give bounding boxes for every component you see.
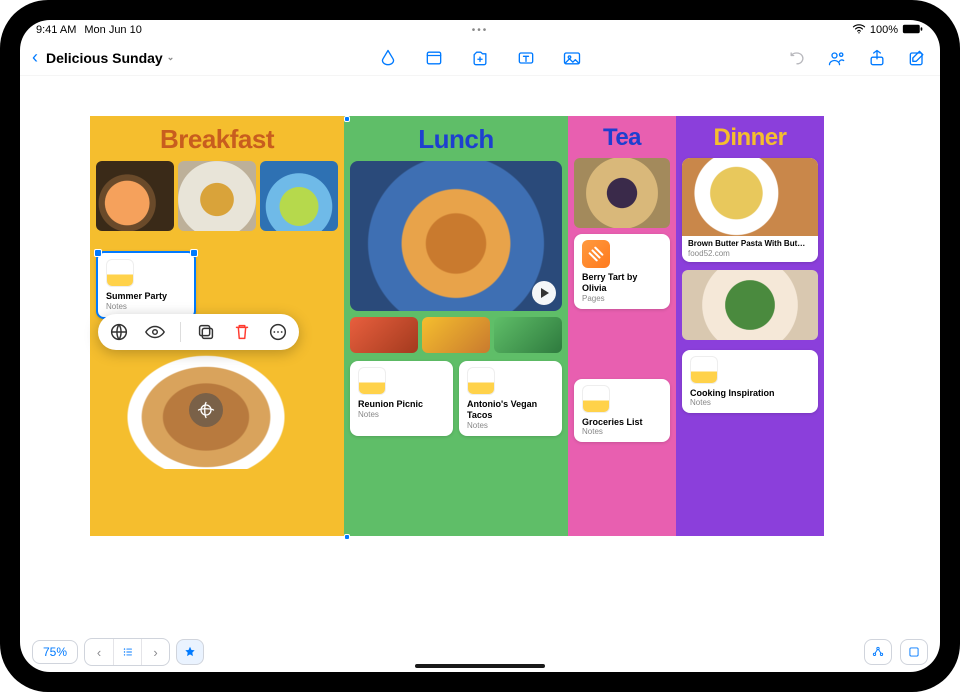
board-navigator: ‹ › xyxy=(84,638,170,666)
multitask-dots-icon[interactable]: ••• xyxy=(472,25,489,36)
play-icon xyxy=(532,281,556,305)
battery-percent: 100% xyxy=(870,24,898,36)
selection-handle-icon xyxy=(344,116,350,122)
note-card-reunion-picnic[interactable]: Reunion Picnic Notes xyxy=(350,361,453,436)
column-title: Tea xyxy=(574,124,670,152)
battery-icon xyxy=(902,23,924,38)
selection-handle-icon xyxy=(344,534,350,540)
pages-app-icon xyxy=(582,240,610,268)
card-subtitle: Notes xyxy=(358,410,445,419)
app-toolbar: ‹ Delicious Sunday ⌄ xyxy=(20,40,940,76)
column-title: Dinner xyxy=(682,124,818,152)
photo-salad[interactable] xyxy=(682,270,818,340)
video-lunch-plate[interactable] xyxy=(350,161,562,311)
card-subtitle: Notes xyxy=(467,421,554,430)
note-card-cooking-inspiration[interactable]: Cooking Inspiration Notes xyxy=(682,350,818,414)
duplicate-button[interactable] xyxy=(195,321,217,343)
column-lunch: Lunch Reunion Picnic Notes xyxy=(344,116,568,536)
fit-view-button[interactable] xyxy=(900,639,928,665)
photo-melon[interactable] xyxy=(96,161,174,231)
link-card-pasta[interactable]: Brown Butter Pasta With But… food52.com xyxy=(682,158,818,262)
card-title: Summer Party xyxy=(106,291,186,302)
object-capture-icon xyxy=(189,393,223,427)
link-globe-button[interactable] xyxy=(108,321,130,343)
delete-button[interactable] xyxy=(231,321,253,343)
back-button[interactable]: ‹ xyxy=(32,47,38,68)
notes-app-icon xyxy=(467,367,495,395)
column-tea: Tea Berry Tart by Olivia Pages Groceries… xyxy=(568,116,676,536)
status-date: Mon Jun 10 xyxy=(84,24,141,36)
markup-tool-button[interactable] xyxy=(377,47,399,69)
column-dinner: Dinner Brown Butter Pasta With But… food… xyxy=(676,116,824,536)
chevron-down-icon: ⌄ xyxy=(167,52,175,63)
selection-context-toolbar xyxy=(98,314,299,350)
notes-app-icon xyxy=(358,367,386,395)
card-subtitle: food52.com xyxy=(682,249,818,258)
boards-list-button[interactable] xyxy=(113,639,141,665)
note-card-vegan-tacos[interactable]: Antonio's Vegan Tacos Notes xyxy=(459,361,562,436)
photo-mango-bowl[interactable] xyxy=(178,161,256,231)
card-subtitle: Notes xyxy=(582,427,662,436)
home-indicator[interactable] xyxy=(415,664,545,668)
photo-strip-3[interactable] xyxy=(494,317,562,353)
favorite-board-button[interactable] xyxy=(176,639,204,665)
card-title: Reunion Picnic xyxy=(358,399,445,410)
prev-board-button[interactable]: ‹ xyxy=(85,639,113,665)
text-box-button[interactable] xyxy=(515,47,537,69)
notes-app-icon xyxy=(106,259,134,287)
column-title: Lunch xyxy=(350,124,562,155)
pages-card-berry-tart[interactable]: Berry Tart by Olivia Pages xyxy=(574,234,670,309)
photo-grapes[interactable] xyxy=(260,161,338,231)
more-button[interactable] xyxy=(267,321,289,343)
card-subtitle: Notes xyxy=(690,398,810,407)
card-title: Berry Tart by Olivia xyxy=(582,272,662,294)
separator xyxy=(180,322,181,342)
photo-button[interactable] xyxy=(561,47,583,69)
notes-app-icon xyxy=(690,356,718,384)
photo-pasta xyxy=(682,158,818,236)
sticky-note-button[interactable] xyxy=(423,47,445,69)
undo-button[interactable] xyxy=(786,47,808,69)
document-title-menu[interactable]: Delicious Sunday ⌄ xyxy=(46,50,174,66)
chevron-left-icon: ‹ xyxy=(32,47,38,68)
collaborate-button[interactable] xyxy=(826,47,848,69)
document-title-label: Delicious Sunday xyxy=(46,50,163,66)
compose-button[interactable] xyxy=(906,47,928,69)
notes-app-icon xyxy=(582,385,610,413)
zoom-level-button[interactable]: 75% xyxy=(32,640,78,664)
wifi-icon xyxy=(852,22,866,39)
status-bar: 9:41 AM Mon Jun 10 ••• 100% xyxy=(20,20,940,40)
card-title: Groceries List xyxy=(582,417,662,428)
status-time: 9:41 AM xyxy=(36,24,76,36)
next-board-button[interactable]: › xyxy=(141,639,169,665)
quicklook-button[interactable] xyxy=(144,321,166,343)
photo-strip-1[interactable] xyxy=(350,317,418,353)
photo-galette[interactable] xyxy=(574,158,670,228)
photo-pancakes[interactable] xyxy=(106,339,306,469)
note-card-groceries[interactable]: Groceries List Notes xyxy=(574,379,670,443)
card-title: Brown Butter Pasta With But… xyxy=(682,236,818,249)
zoom-label: 75% xyxy=(43,645,67,659)
add-file-button[interactable] xyxy=(469,47,491,69)
share-button[interactable] xyxy=(866,47,888,69)
board-canvas[interactable]: Breakfast Summer Party Notes xyxy=(20,76,940,632)
card-title: Cooking Inspiration xyxy=(690,388,810,399)
photo-strip-2[interactable] xyxy=(422,317,490,353)
column-title: Breakfast xyxy=(96,124,338,155)
note-card-summer-party[interactable]: Summer Party Notes xyxy=(96,251,196,319)
card-subtitle: Notes xyxy=(106,302,186,311)
card-title: Antonio's Vegan Tacos xyxy=(467,399,554,421)
graph-view-button[interactable] xyxy=(864,639,892,665)
card-subtitle: Pages xyxy=(582,294,662,303)
